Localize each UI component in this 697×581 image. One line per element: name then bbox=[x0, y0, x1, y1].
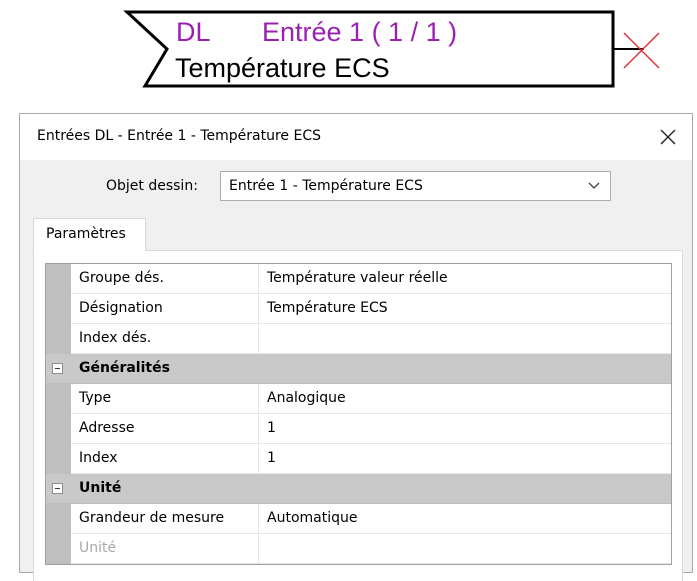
dialog-title: Entrées DL - Entrée 1 - Température ECS bbox=[37, 128, 321, 144]
row-gutter bbox=[46, 504, 71, 534]
property-row[interactable]: Groupe dés. Température valeur réelle bbox=[46, 264, 671, 294]
close-button[interactable] bbox=[650, 120, 686, 154]
minus-box-icon[interactable] bbox=[52, 363, 63, 374]
object-select[interactable]: Entrée 1 - Température ECS bbox=[220, 171, 611, 201]
block-prefix: DL bbox=[176, 17, 211, 47]
block-title: Entrée 1 ( 1 / 1 ) bbox=[262, 17, 458, 47]
tab-label: Paramètres bbox=[46, 226, 126, 242]
property-name: Grandeur de mesure bbox=[79, 510, 225, 526]
block-outline bbox=[123, 10, 660, 88]
property-value: 1 bbox=[267, 450, 276, 466]
dl-input-block[interactable]: DL Entrée 1 ( 1 / 1 ) Température ECS bbox=[0, 0, 697, 100]
tab-panel: Groupe dés. Température valeur réelle Dé… bbox=[33, 251, 683, 581]
object-select-value: Entrée 1 - Température ECS bbox=[229, 178, 423, 194]
property-name: Type bbox=[79, 390, 112, 406]
property-name-cell: Groupe dés. bbox=[72, 264, 259, 293]
property-name: Adresse bbox=[79, 420, 135, 436]
property-row[interactable]: Désignation Température ECS bbox=[46, 294, 671, 324]
block-name: Température ECS bbox=[175, 53, 390, 83]
close-icon bbox=[660, 129, 676, 145]
category-unite[interactable]: Unité bbox=[46, 474, 671, 504]
property-value: Température ECS bbox=[267, 300, 388, 316]
property-name: Index dés. bbox=[79, 330, 152, 346]
row-gutter bbox=[46, 444, 71, 474]
property-name-cell: Adresse bbox=[72, 414, 259, 443]
property-value-cell[interactable]: 1 bbox=[260, 414, 671, 443]
category-label: Généralités bbox=[79, 360, 170, 376]
property-row[interactable]: Grandeur de mesure Automatique bbox=[46, 504, 671, 534]
category-generalites[interactable]: Généralités bbox=[46, 354, 671, 384]
property-name-cell: Unité bbox=[72, 534, 259, 563]
property-grid: Groupe dés. Température valeur réelle Dé… bbox=[45, 263, 672, 565]
property-value-cell[interactable] bbox=[260, 534, 671, 563]
row-gutter bbox=[46, 294, 71, 324]
property-name: Désignation bbox=[79, 300, 163, 316]
property-value: Automatique bbox=[267, 510, 358, 526]
property-row[interactable]: Adresse 1 bbox=[46, 414, 671, 444]
property-value: Température valeur réelle bbox=[267, 270, 448, 286]
row-gutter bbox=[46, 324, 71, 354]
category-label: Unité bbox=[79, 480, 122, 496]
object-label: Objet dessin: bbox=[106, 178, 198, 194]
property-value: Analogique bbox=[267, 390, 346, 406]
property-row[interactable]: Type Analogique bbox=[46, 384, 671, 414]
tab-parametres[interactable]: Paramètres bbox=[33, 218, 146, 251]
row-gutter bbox=[46, 414, 71, 444]
property-row[interactable]: Index 1 bbox=[46, 444, 671, 474]
chevron-down-icon bbox=[588, 182, 600, 189]
property-value-cell[interactable] bbox=[260, 324, 671, 353]
row-gutter bbox=[46, 264, 71, 294]
property-name-cell: Grandeur de mesure bbox=[72, 504, 259, 533]
property-row[interactable]: Unité bbox=[46, 534, 671, 564]
property-name: Groupe dés. bbox=[79, 270, 164, 286]
property-name-cell: Index dés. bbox=[72, 324, 259, 353]
property-name-cell: Désignation bbox=[72, 294, 259, 323]
property-row[interactable]: Index dés. bbox=[46, 324, 671, 354]
property-name-cell: Index bbox=[72, 444, 259, 473]
row-gutter bbox=[46, 384, 71, 414]
property-value-cell[interactable]: Température valeur réelle bbox=[260, 264, 671, 293]
dialog-titlebar[interactable]: Entrées DL - Entrée 1 - Température ECS bbox=[20, 114, 692, 160]
property-value: 1 bbox=[267, 420, 276, 436]
property-name-cell: Type bbox=[72, 384, 259, 413]
x-marker-icon bbox=[623, 32, 660, 69]
properties-dialog: Entrées DL - Entrée 1 - Température ECS … bbox=[19, 113, 693, 581]
property-value-cell[interactable]: 1 bbox=[260, 444, 671, 473]
minus-box-icon[interactable] bbox=[52, 483, 63, 494]
property-value-cell[interactable]: Automatique bbox=[260, 504, 671, 533]
row-gutter bbox=[46, 534, 71, 564]
property-value-cell[interactable]: Analogique bbox=[260, 384, 671, 413]
property-name: Index bbox=[79, 450, 118, 466]
property-value-cell[interactable]: Température ECS bbox=[260, 294, 671, 323]
